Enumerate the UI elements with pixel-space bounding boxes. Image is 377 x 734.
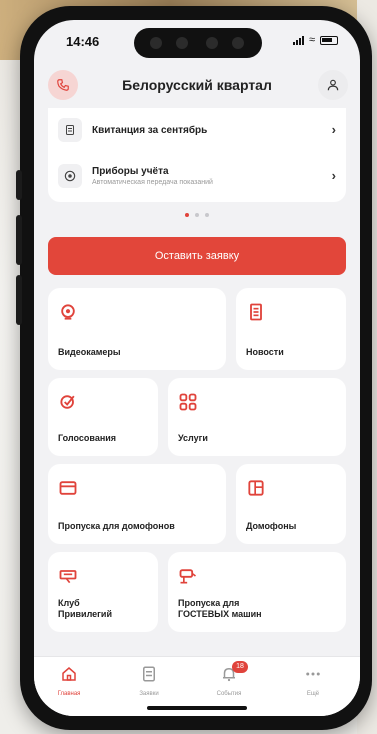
meters-title: Приборы учёта — [92, 166, 169, 177]
tab-events[interactable]: 18 События — [204, 661, 254, 697]
receipt-row[interactable]: Квитанция за сентябрь › — [58, 110, 336, 150]
home-indicator — [147, 706, 247, 710]
tile-voting[interactable]: Голосования — [48, 378, 158, 456]
tile-label: Пропуска для ГОСТЕВЫХ машин — [178, 598, 262, 619]
tile-label: Видеокамеры — [58, 347, 121, 357]
tile-label: Домофоны — [246, 521, 297, 531]
requests-icon — [143, 666, 155, 682]
tile-label: Клуб Привилегий — [58, 598, 112, 619]
tile-intercom-passes[interactable]: Пропуска для домофонов — [48, 464, 226, 544]
camera-icon — [61, 304, 75, 320]
home-icon — [62, 667, 76, 681]
services-icon — [179, 393, 197, 411]
tile-cameras[interactable]: Видеокамеры — [48, 288, 226, 370]
tile-label: Голосования — [58, 433, 117, 443]
tab-label: События — [216, 691, 242, 697]
tab-bar: Главная Заявки 18 События Ещё — [34, 656, 360, 716]
receipt-icon — [58, 118, 82, 142]
status-time: 14:46 — [66, 34, 100, 49]
submit-request-button[interactable]: Оставить заявку — [48, 237, 346, 275]
dynamic-island — [134, 28, 262, 58]
page-title: Белорусский квартал — [122, 77, 272, 93]
more-icon — [306, 672, 320, 676]
tab-label: Главная — [57, 691, 81, 697]
meters-row[interactable]: Приборы учёта Автоматическая передача по… — [58, 156, 336, 196]
chevron-right-icon: › — [331, 122, 336, 137]
intercom-icon — [248, 480, 264, 496]
tile-guest-car-passes[interactable]: Пропуска для ГОСТЕВЫХ машин — [168, 552, 346, 632]
pager-dots — [34, 213, 360, 217]
tile-label: Услуги — [178, 433, 208, 443]
tile-label: Новости — [246, 347, 284, 357]
tile-news[interactable]: Новости — [236, 288, 346, 370]
notification-badge: 18 — [232, 661, 248, 673]
app-header: Белорусский квартал — [34, 64, 360, 108]
user-icon[interactable] — [318, 70, 348, 100]
tab-home[interactable]: Главная — [44, 665, 94, 697]
tile-privilege-club[interactable]: Клуб Привилегий — [48, 552, 158, 632]
chevron-right-icon: › — [331, 168, 336, 183]
tile-intercoms[interactable]: Домофоны — [236, 464, 346, 544]
pager-dot-active — [185, 213, 189, 217]
pager-dot — [195, 213, 199, 217]
meters-subtitle: Автоматическая передача показаний — [92, 179, 213, 186]
volume-up-button — [16, 215, 22, 265]
car-icon — [179, 569, 196, 584]
tab-more[interactable]: Ещё — [288, 665, 338, 697]
app-screen: 14:46 ≈ Белорусский квартал Квитанция за… — [34, 20, 360, 716]
tab-label: Заявки — [139, 691, 159, 697]
mute-switch — [16, 170, 22, 200]
card-icon — [59, 481, 77, 495]
receipt-title: Квитанция за сентябрь — [92, 124, 208, 136]
wifi-icon: ≈ — [308, 34, 315, 46]
meter-icon — [58, 164, 82, 188]
status-icons: ≈ — [292, 34, 338, 46]
vote-icon — [60, 395, 75, 409]
tab-label: Ещё — [306, 691, 320, 697]
news-icon — [250, 303, 262, 321]
tile-services[interactable]: Услуги — [168, 378, 346, 456]
info-card: Квитанция за сентябрь › Приборы учёта Ав… — [48, 108, 346, 202]
battery-icon — [320, 35, 338, 45]
volume-down-button — [16, 275, 22, 325]
pager-dot — [205, 213, 209, 217]
gift-icon — [59, 570, 77, 584]
signal-icon — [292, 35, 304, 45]
tab-requests[interactable]: Заявки — [124, 665, 174, 697]
tile-label: Пропуска для домофонов — [58, 521, 175, 531]
